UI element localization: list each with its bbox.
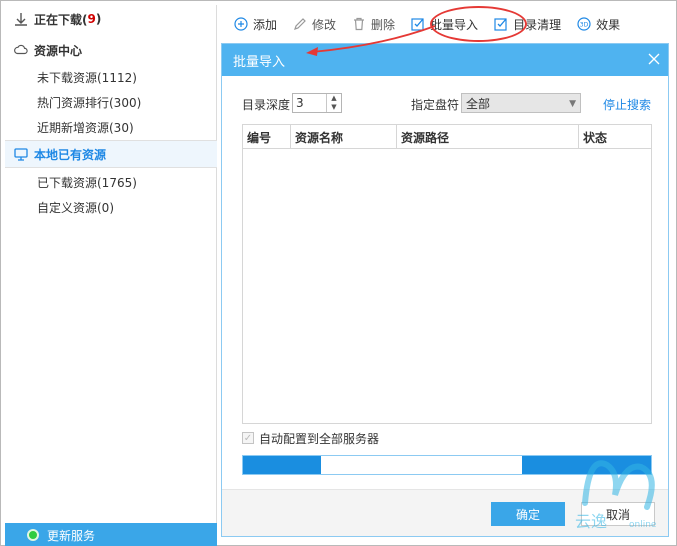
auto-config-label: 自动配置到全部服务器 bbox=[259, 431, 380, 446]
monitor-icon bbox=[14, 147, 28, 161]
stop-search-link[interactable]: 停止搜索 bbox=[603, 96, 651, 113]
drive-label: 指定盘符 bbox=[411, 98, 460, 112]
resource-table: 编号 资源名称 资源路径 状态 bbox=[242, 124, 652, 424]
add-label: 添加 bbox=[253, 17, 278, 32]
sidebar-item-label: 自定义资源(0) bbox=[37, 200, 114, 215]
delete-label: 删除 bbox=[371, 17, 396, 32]
drive-selected-value: 全部 bbox=[466, 96, 491, 111]
effect-button[interactable]: 3D 效果 bbox=[577, 12, 620, 36]
options-row: 目录深度 ▲ ▼ 指定盘符 全部 ▼ 停止搜索 bbox=[222, 92, 670, 114]
edit-label: 修改 bbox=[312, 17, 337, 32]
3d-circle-icon: 3D bbox=[577, 17, 591, 31]
sidebar-item-label: 资源中心 bbox=[34, 43, 83, 58]
effect-label: 效果 bbox=[596, 17, 621, 32]
sidebar-item-label-suffix: ) bbox=[95, 12, 102, 26]
download-count: 9 bbox=[87, 12, 96, 26]
depth-label: 目录深度 bbox=[242, 98, 291, 112]
trash-icon bbox=[352, 17, 366, 31]
sidebar-item-label: 热门资源排行(300) bbox=[37, 95, 142, 110]
column-header[interactable]: 资源名称 bbox=[291, 125, 397, 149]
sidebar-item-recent-added[interactable]: 近期新增资源(30) bbox=[5, 115, 217, 139]
sidebar-item-resource-center[interactable]: 资源中心 bbox=[5, 38, 217, 62]
depth-stepper[interactable]: ▲ ▼ bbox=[292, 93, 342, 113]
drive-select[interactable]: 全部 ▼ bbox=[461, 93, 581, 113]
add-button[interactable]: 添加 bbox=[234, 12, 277, 36]
depth-input[interactable] bbox=[293, 94, 326, 112]
sidebar-item-label: 已下载资源(1765) bbox=[37, 175, 137, 190]
spin-down-icon[interactable]: ▼ bbox=[327, 103, 341, 112]
svg-text:3D: 3D bbox=[580, 22, 589, 29]
sidebar-item-downloaded[interactable]: 已下载资源(1765) bbox=[5, 170, 217, 194]
column-header[interactable]: 状态 bbox=[579, 125, 651, 149]
cancel-button[interactable]: 取消 bbox=[581, 502, 655, 526]
dialog-title: 批量导入 bbox=[233, 54, 286, 70]
edit-button[interactable]: 修改 bbox=[293, 12, 336, 36]
chevron-down-icon: ▼ bbox=[569, 99, 576, 109]
progress-fill-segment bbox=[243, 456, 321, 474]
column-header[interactable]: 资源路径 bbox=[397, 125, 579, 149]
table-header: 编号 资源名称 资源路径 状态 bbox=[243, 125, 651, 149]
annotation-ellipse bbox=[430, 6, 527, 42]
sidebar-item-label: 近期新增资源(30) bbox=[37, 120, 134, 135]
sidebar-item-label: 本地已有资源 bbox=[34, 147, 107, 162]
plus-circle-icon bbox=[234, 17, 248, 31]
check-icon: ✓ bbox=[242, 432, 254, 444]
status-dot-icon bbox=[27, 529, 39, 541]
sidebar: 正在下载(9) 资源中心 未下载资源(1112) 热门资源排行(300) 近期新… bbox=[5, 5, 217, 546]
pencil-icon bbox=[293, 17, 307, 31]
close-icon[interactable] bbox=[646, 51, 662, 67]
checkbox-edit-icon bbox=[411, 17, 425, 31]
batch-import-dialog: 批量导入 目录深度 ▲ ▼ 指定盘符 全部 ▼ 停止搜索 编号 资源名称 资源路… bbox=[221, 43, 669, 537]
sidebar-item-hot-ranking[interactable]: 热门资源排行(300) bbox=[5, 90, 217, 114]
download-arrow-icon bbox=[14, 12, 28, 26]
sidebar-item-local-resources[interactable]: 本地已有资源 bbox=[5, 140, 217, 168]
update-service-button[interactable]: 更新服务 bbox=[5, 523, 217, 546]
sidebar-item-custom[interactable]: 自定义资源(0) bbox=[5, 195, 217, 219]
update-service-label: 更新服务 bbox=[47, 528, 96, 543]
progress-bar bbox=[242, 455, 652, 475]
delete-button[interactable]: 删除 bbox=[352, 12, 395, 36]
column-header[interactable]: 编号 bbox=[243, 125, 291, 149]
progress-fill-segment bbox=[522, 456, 651, 474]
spin-up-icon[interactable]: ▲ bbox=[327, 94, 341, 103]
dialog-footer: 确定 取消 bbox=[222, 489, 668, 536]
sidebar-item-downloading[interactable]: 正在下载(9) bbox=[5, 7, 217, 31]
cloud-icon bbox=[14, 43, 28, 57]
ok-button[interactable]: 确定 bbox=[491, 502, 565, 526]
sidebar-item-not-downloaded[interactable]: 未下载资源(1112) bbox=[5, 65, 217, 89]
dialog-title-bar: 批量导入 bbox=[222, 44, 668, 76]
sidebar-item-label: 未下载资源(1112) bbox=[37, 70, 137, 85]
auto-config-checkbox[interactable]: ✓ 自动配置到全部服务器 bbox=[242, 430, 379, 446]
sidebar-item-label: 正在下载( bbox=[34, 12, 88, 27]
